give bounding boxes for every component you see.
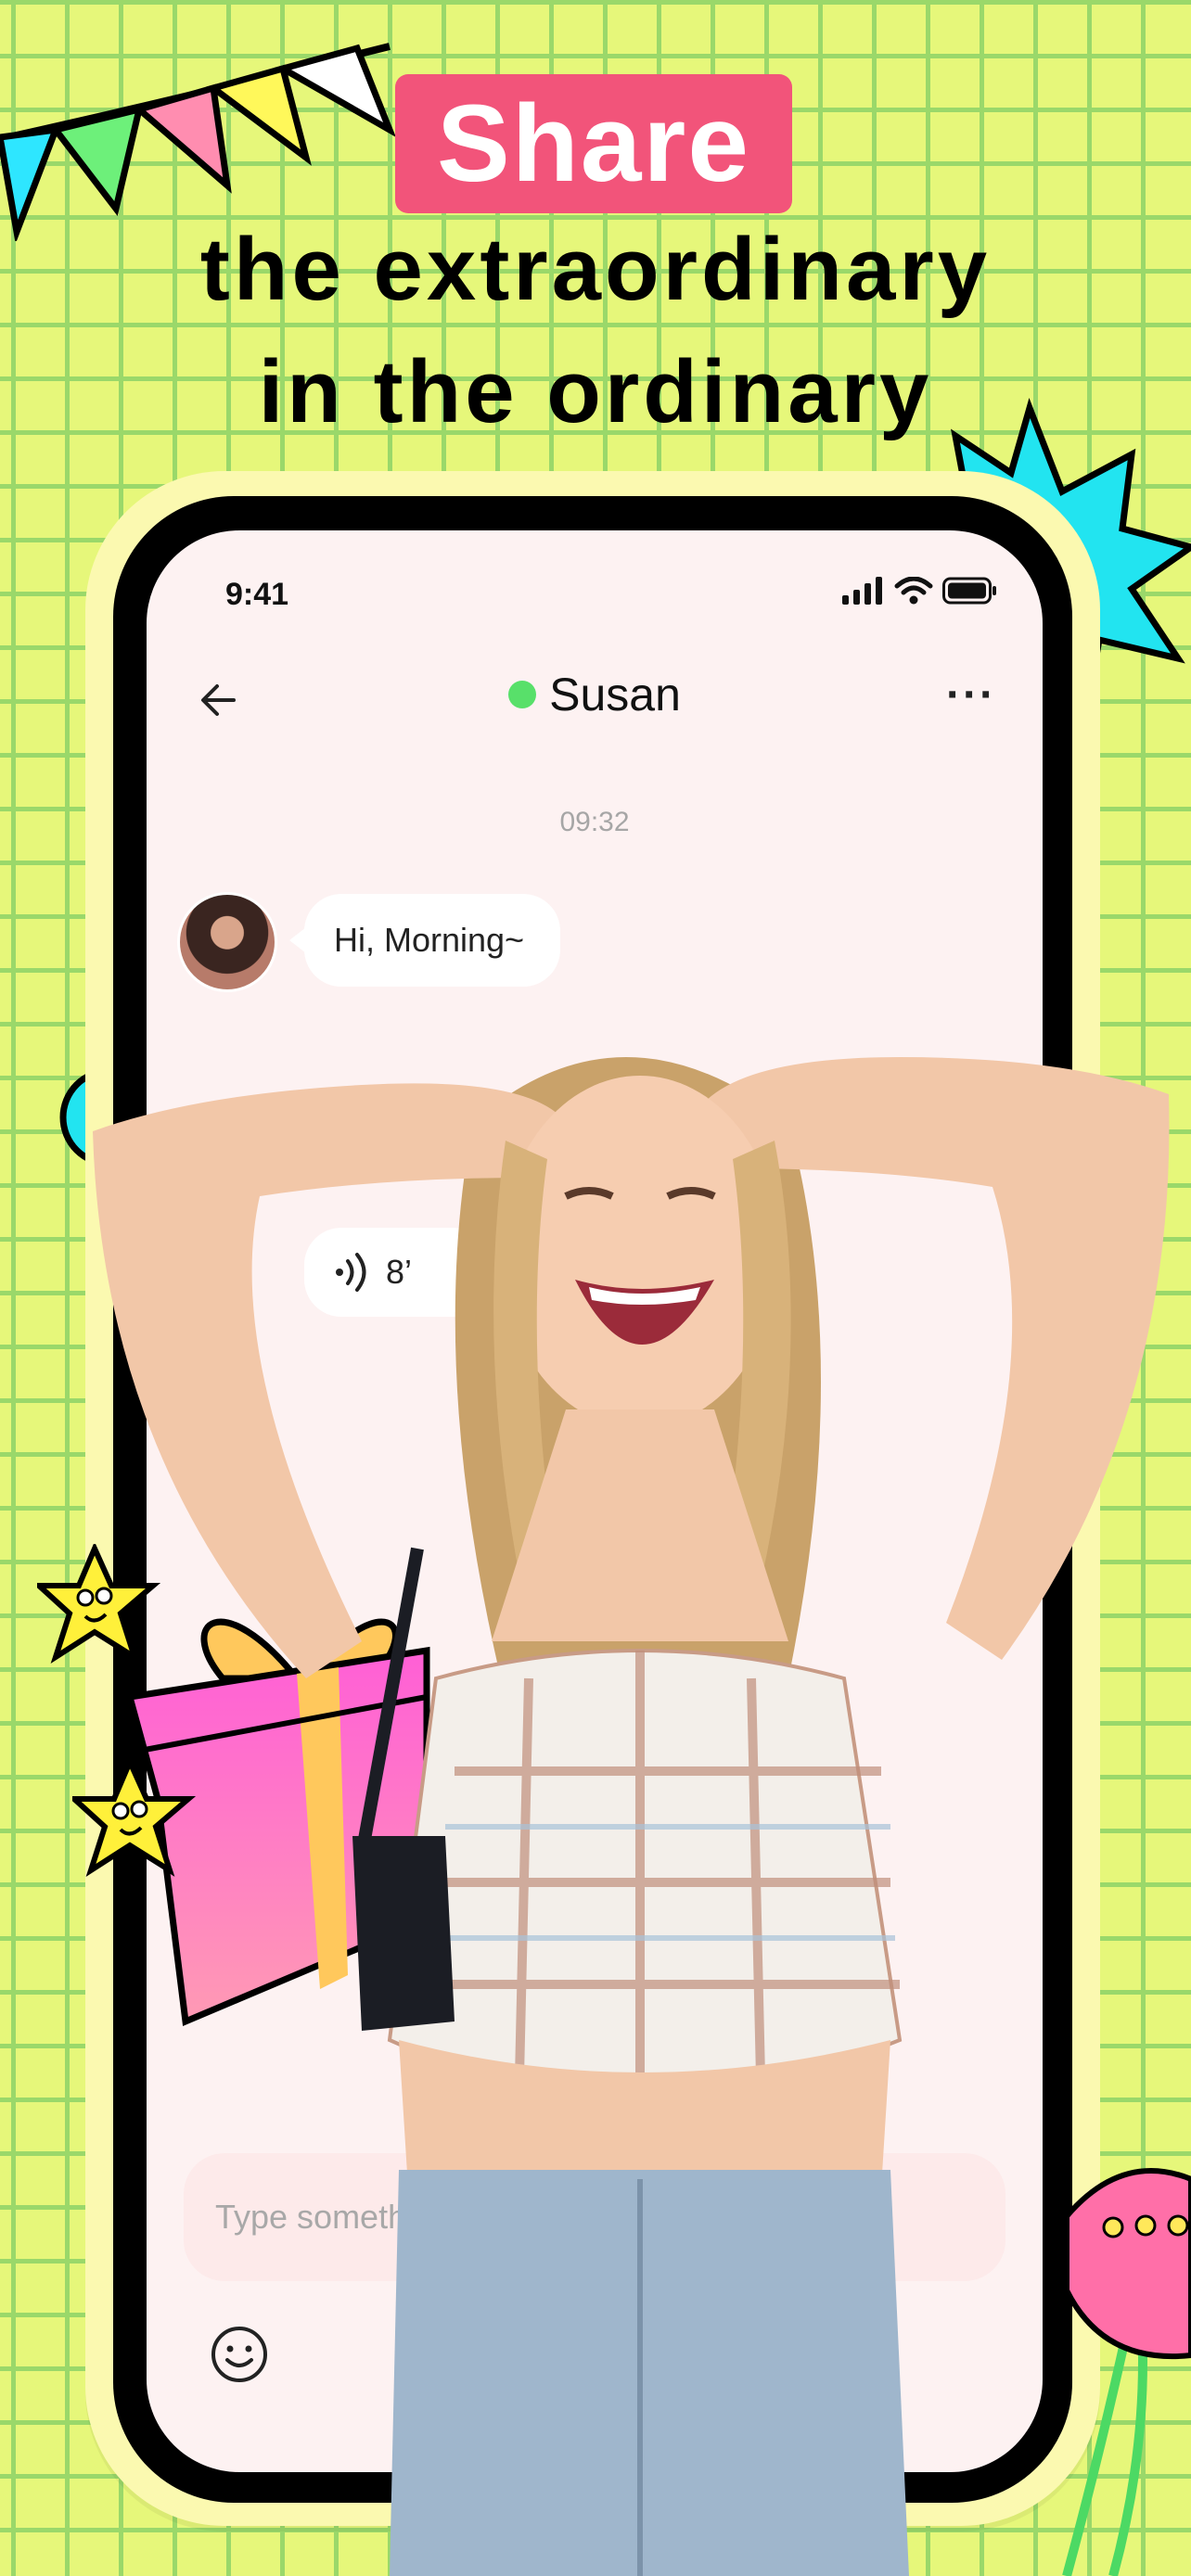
contact-name: Susan [549, 669, 681, 721]
headline-line-1: the extraordinary [199, 220, 992, 319]
message-timestamp: 09:32 [559, 807, 630, 837]
status-icons [842, 577, 998, 605]
bunting-decoration [0, 43, 396, 241]
headline-line-2: in the ordinary [258, 342, 933, 441]
headline-badge: Share [395, 74, 792, 213]
online-status-dot [508, 681, 537, 708]
chat-header-contact: Susan [147, 668, 1043, 721]
message-bubble-text[interactable]: Hi, Morning~ [289, 894, 560, 987]
battery-icon [942, 577, 996, 605]
wifi-icon [894, 577, 933, 605]
signal-icon [842, 577, 882, 605]
more-dots-icon[interactable]: ··· [946, 670, 996, 721]
status-time: 9:41 [225, 577, 289, 612]
message-text: Hi, Morning~ [334, 921, 525, 959]
girl-photo [93, 1057, 1170, 2576]
